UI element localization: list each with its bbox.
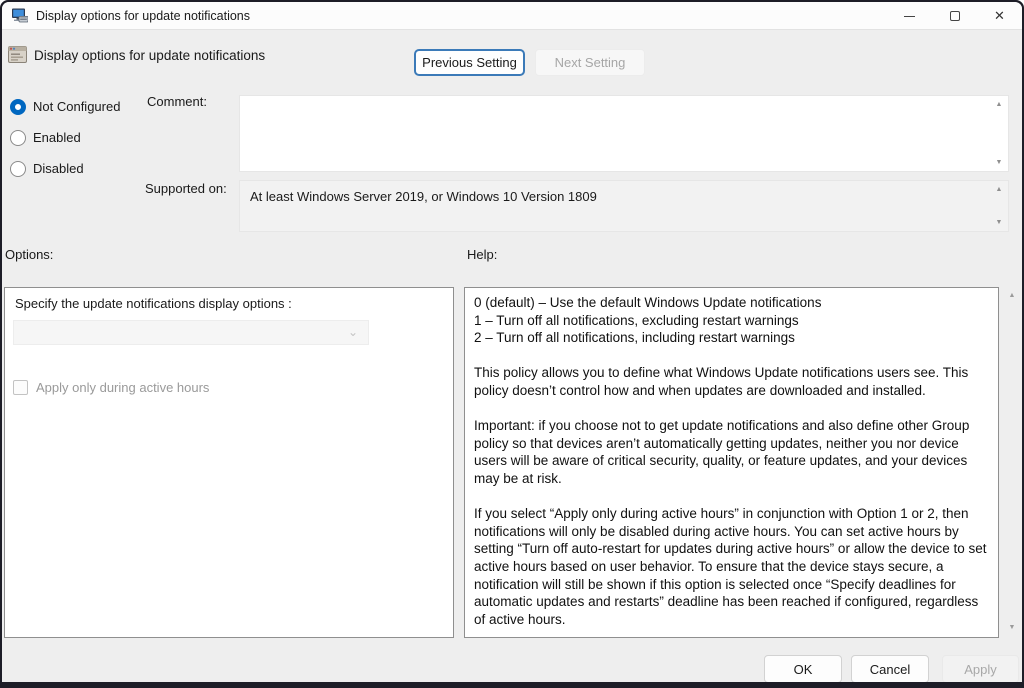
dropdown-label: Specify the update notifications display…	[15, 296, 292, 311]
radio-label: Not Configured	[33, 99, 121, 114]
help-section-label: Help:	[467, 247, 498, 262]
previous-setting-button[interactable]: Previous Setting	[414, 49, 525, 76]
window-frame: Display options for update notifications…	[0, 0, 1024, 688]
notification-display-options-dropdown[interactable]: ⌄	[13, 320, 369, 345]
radio-selected-icon	[10, 98, 26, 115]
checkbox-label: Apply only during active hours	[36, 380, 210, 395]
supported-on-value: At least Windows Server 2019, or Windows…	[250, 189, 597, 204]
scroll-down-icon[interactable]: ▼	[993, 159, 1005, 166]
chevron-down-icon: ⌄	[347, 325, 358, 339]
next-setting-button[interactable]: Next Setting	[535, 49, 645, 76]
scroll-down-icon[interactable]: ▼	[1005, 624, 1019, 631]
radio-disabled[interactable]: Disabled	[10, 160, 84, 177]
scroll-up-icon[interactable]: ▲	[993, 186, 1005, 193]
help-paragraph: This policy allows you to define what Wi…	[474, 365, 969, 398]
help-panel[interactable]: 0 (default) – Use the default Windows Up…	[464, 287, 999, 638]
comment-textarea[interactable]: ▲ ▼	[239, 95, 1009, 172]
scroll-up-icon[interactable]: ▲	[993, 101, 1005, 108]
help-paragraph: If you select “Apply only during active …	[474, 506, 987, 627]
minimize-button[interactable]	[887, 2, 932, 30]
computer-icon	[12, 8, 28, 23]
supported-on-box[interactable]: At least Windows Server 2019, or Windows…	[239, 180, 1009, 232]
comment-label: Comment:	[147, 94, 207, 109]
window-title: Display options for update notifications	[36, 8, 251, 23]
policy-title: Display options for update notifications	[34, 48, 266, 63]
help-paragraph: Important: if you choose not to get upda…	[474, 418, 970, 486]
radio-label: Disabled	[33, 161, 84, 176]
close-icon: ✕	[994, 8, 1005, 23]
checkbox-icon	[13, 380, 28, 395]
active-hours-checkbox[interactable]: Apply only during active hours	[13, 380, 209, 395]
help-line: 0 (default) – Use the default Windows Up…	[474, 295, 822, 310]
radio-not-configured[interactable]: Not Configured	[10, 98, 120, 115]
maximize-button[interactable]	[932, 2, 977, 30]
maximize-icon	[949, 11, 960, 21]
radio-unselected-icon	[10, 160, 26, 177]
radio-unselected-icon	[10, 129, 26, 146]
radio-label: Enabled	[33, 130, 81, 145]
options-panel: Specify the update notifications display…	[4, 287, 454, 638]
options-section-label: Options:	[5, 247, 54, 262]
dialog-window: Display options for update notifications…	[2, 2, 1022, 682]
radio-enabled[interactable]: Enabled	[10, 129, 81, 146]
scroll-down-icon[interactable]: ▼	[993, 219, 1005, 226]
ok-button[interactable]: OK	[764, 655, 842, 682]
close-button[interactable]: ✕	[977, 2, 1022, 30]
help-text: 0 (default) – Use the default Windows Up…	[465, 288, 998, 628]
help-line: 1 – Turn off all notifications, excludin…	[474, 312, 799, 328]
minimize-icon	[904, 15, 915, 17]
policy-setting-icon	[8, 46, 27, 63]
window-controls: ✕	[887, 2, 1022, 30]
supported-on-label: Supported on:	[145, 181, 227, 196]
apply-button[interactable]: Apply	[942, 655, 1019, 682]
title-bar: Display options for update notifications…	[2, 2, 1022, 30]
scroll-up-icon[interactable]: ▲	[1005, 292, 1019, 299]
cancel-button[interactable]: Cancel	[851, 655, 929, 682]
help-line: 2 – Turn off all notifications, includin…	[474, 330, 795, 346]
